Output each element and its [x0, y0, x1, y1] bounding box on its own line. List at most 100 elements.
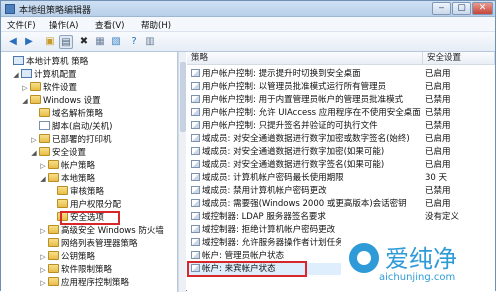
tree-toggle[interactable]: ▷ [30, 134, 38, 146]
folder-icon [39, 108, 50, 117]
column-header-policy[interactable]: 策略 [187, 52, 423, 65]
list-row[interactable]: 域控制器: 拒绝计算机帐户密码更改 [187, 224, 495, 236]
security-setting: 30 天 [425, 173, 448, 183]
list-row[interactable]: 用户帐户控制: 用于内置管理员帐户的管理员批准模式 已禁用 [187, 94, 495, 106]
folder-icon [30, 95, 41, 104]
properties-icon[interactable]: ▦ [93, 35, 107, 49]
policy-icon [191, 173, 200, 181]
policy-icon [191, 108, 200, 116]
policy-name: 域控制器: 拒绝计算机帐户密码更改 [202, 225, 336, 235]
tree-label: 安全设置 [52, 148, 87, 158]
tree-label: 应用程序控制策略 [61, 278, 130, 288]
list-row[interactable]: 域成员: 对安全通道数据进行数字加密或数字签名(始终) 已启用 [187, 133, 495, 145]
tree-item-user-rights[interactable]: 用户权限分配 [48, 199, 121, 211]
close-button[interactable]: ✕ [472, 2, 493, 15]
folder-icon [48, 251, 59, 260]
minimize-button[interactable]: ‒ [432, 2, 451, 15]
tree-item-scripts[interactable]: 脚本(启动/关机) [30, 121, 113, 133]
back-arrow-icon[interactable]: ◀ [6, 35, 20, 49]
list-row[interactable]: 域成员: 计算机帐户密码最长使用期限 30 天 [187, 172, 495, 184]
maximize-button[interactable]: ▢ [452, 2, 471, 15]
policy-icon [191, 186, 200, 194]
policy-icon [191, 134, 200, 142]
tree-toggle[interactable]: ▷ [39, 251, 47, 263]
help-icon[interactable]: ? [127, 35, 141, 49]
list-row[interactable]: 用户帐户控制: 以管理员批准模式运行所有管理员 已启用 [187, 81, 495, 93]
policy-name: 域控制器: LDAP 服务器签名要求 [202, 212, 326, 222]
up-folder-icon[interactable]: ▣ [43, 35, 57, 49]
view-icon[interactable]: ▥ [143, 35, 157, 49]
menu-bar: 文件(F) 操作(A) 查看(V) 帮助(H) [1, 17, 495, 32]
list-row[interactable]: 用户帐户控制: 只提升签名并验证的可执行文件 已禁用 [187, 120, 495, 132]
show-hide-tree-icon[interactable]: ▤ [59, 35, 73, 49]
column-header-setting[interactable]: 安全设置 [423, 52, 495, 65]
tree-item-app-control[interactable]: ▷ 应用程序控制策略 [39, 277, 129, 289]
menu-help[interactable]: 帮助(H) [141, 19, 171, 31]
folder-icon [48, 173, 59, 182]
tree-label: 公钥策略 [61, 252, 96, 262]
list-row[interactable]: 用户帐户控制: 提示提升时切换到安全桌面 已启用 [187, 68, 495, 80]
tree-toggle[interactable]: ▷ [39, 160, 47, 172]
tree-label: 本地计算机 策略 [26, 57, 89, 67]
tree-item-advanced-firewall[interactable]: ▷ 高级安全 Windows 防火墙 [39, 225, 164, 237]
policy-icon [191, 69, 200, 77]
tree-item-windows-settings[interactable]: ◢ Windows 设置 [21, 95, 101, 107]
policy-name: 域成员: 需要强(Windows 2000 或更高版本)会话密钥 [202, 199, 407, 209]
list-row[interactable]: 域成员: 对安全通道数据进行数字签名(如果可能) 已启用 [187, 159, 495, 171]
tree-toggle[interactable]: ◢ [39, 173, 47, 185]
tree-toggle[interactable]: ▷ [21, 82, 29, 94]
list-row[interactable]: 域控制器: LDAP 服务器签名要求 没有定义 [187, 211, 495, 223]
folder-icon [48, 238, 59, 247]
tree-toggle[interactable]: ◢ [30, 147, 38, 159]
tree-label: 域名解析策略 [52, 109, 104, 119]
tree-toggle[interactable]: ▷ [39, 225, 47, 237]
tree-item-network-list-manager[interactable]: 网络列表管理器策略 [39, 238, 138, 250]
folder-icon [57, 199, 68, 208]
menu-view[interactable]: 查看(V) [95, 19, 124, 31]
highlight-box [187, 261, 307, 277]
scrollbar-thumb[interactable] [180, 62, 186, 132]
tree-toggle[interactable]: ▷ [39, 264, 47, 276]
highlight-box [60, 211, 120, 225]
list-row[interactable]: 域成员: 禁用计算机帐户密码更改 已禁用 [187, 185, 495, 197]
forward-arrow-icon[interactable]: ▶ [22, 35, 36, 49]
security-icon [39, 147, 50, 156]
tree-label: 软件限制策略 [61, 265, 113, 275]
list-row[interactable]: 用户帐户控制: 允许 UIAccess 应用程序在不使用安全桌面 已禁用 [187, 107, 495, 119]
tree-item-local-policies[interactable]: ◢ 本地策略 [39, 173, 95, 185]
tree-label: 用户权限分配 [70, 200, 122, 210]
folder-icon [48, 264, 59, 273]
computer-icon [13, 56, 24, 65]
tree-scrollbar[interactable] [178, 52, 186, 292]
tree-item-public-key-policies[interactable]: ▷ 公钥策略 [39, 251, 95, 263]
tree-item-security-settings[interactable]: ◢ 安全设置 [30, 147, 86, 159]
list-row[interactable]: 域成员: 对安全通道数据进行数字加密(如果可能) 已启用 [187, 146, 495, 158]
toolbar: ◀ ▶ ▣ ▤ ✖ ▦ ▧ ? ▥ [1, 32, 495, 52]
policy-icon [191, 82, 200, 90]
export-list-icon[interactable]: ▧ [109, 35, 123, 49]
tree-item-deployed-printers[interactable]: ▷ 已部署的打印机 [30, 134, 112, 146]
title-bar[interactable]: 本地组策略编辑器 ‒ ▢ ✕ [1, 1, 495, 17]
tree-toggle[interactable]: ▷ [39, 277, 47, 289]
app-icon [5, 4, 15, 14]
tree-item-local-computer-policy[interactable]: 本地计算机 策略 [4, 56, 88, 68]
policy-name: 域控制器: 允许服务器操作者计划任务 [202, 238, 344, 248]
watermark-url: aichunjing.com [379, 272, 456, 283]
security-setting: 已启用 [425, 199, 451, 209]
delete-icon[interactable]: ✖ [77, 35, 91, 49]
tree-toggle[interactable]: ◢ [21, 95, 29, 107]
tree-item-software-restriction[interactable]: ▷ 软件限制策略 [39, 264, 112, 276]
list-row[interactable]: 域成员: 需要强(Windows 2000 或更高版本)会话密钥 已启用 [187, 198, 495, 210]
window: 本地组策略编辑器 ‒ ▢ ✕ 文件(F) 操作(A) 查看(V) 帮助(H) ◀… [0, 0, 496, 292]
menu-file[interactable]: 文件(F) [7, 19, 36, 31]
tree-item-computer-config[interactable]: ◢ 计算机配置 [12, 69, 77, 81]
tree-item-software-settings[interactable]: ▷ 软件设置 [21, 82, 77, 94]
tree-item-name-resolution-policy[interactable]: 域名解析策略 [30, 108, 103, 120]
policy-name: 域成员: 对安全通道数据进行数字签名(如果可能) [202, 160, 385, 170]
security-setting: 已禁用 [425, 108, 451, 118]
tree-toggle[interactable]: ◢ [12, 69, 20, 81]
menu-action[interactable]: 操作(A) [49, 19, 78, 31]
tree-item-audit-policy[interactable]: 审核策略 [48, 186, 104, 198]
tree-label: 帐户策略 [61, 161, 96, 171]
tree-item-account-policies[interactable]: ▷ 帐户策略 [39, 160, 95, 172]
